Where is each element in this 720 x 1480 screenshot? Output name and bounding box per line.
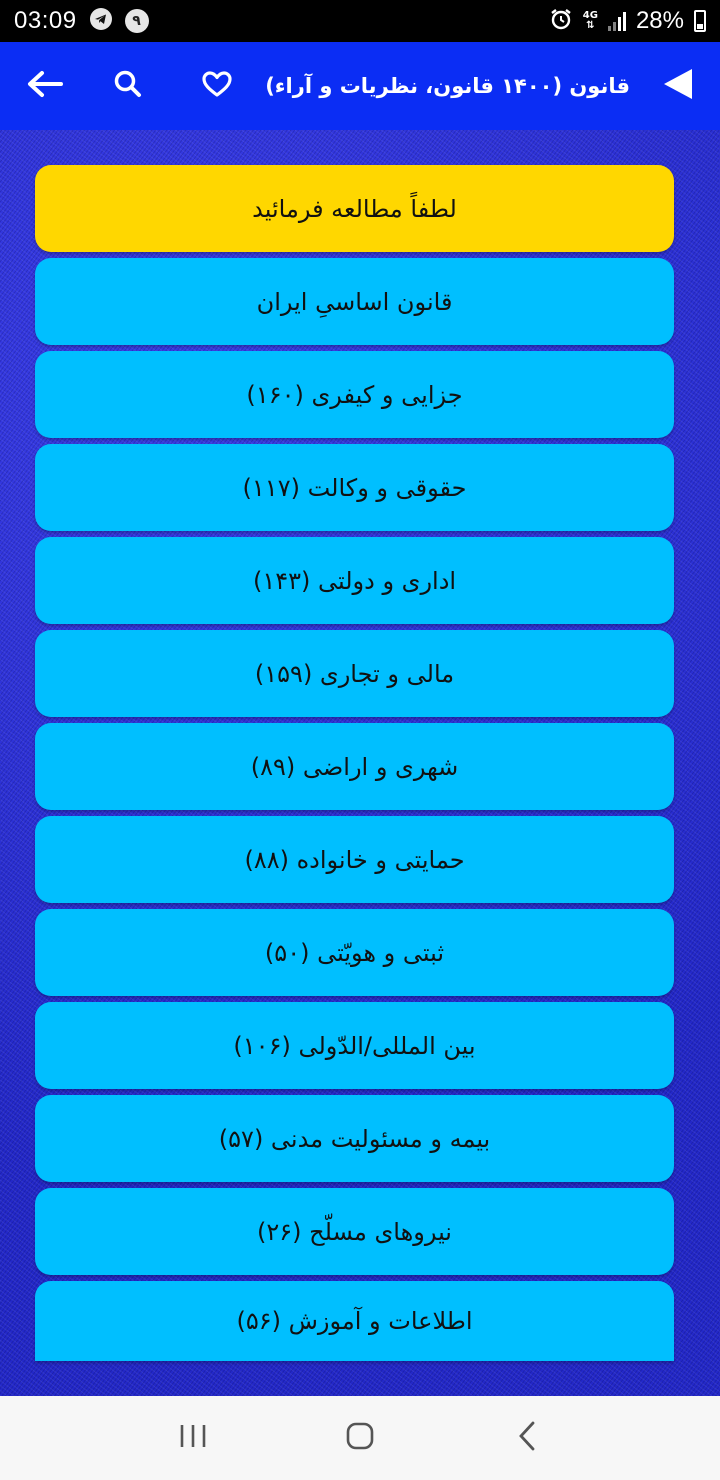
data-arrows-icon: ⇅: [586, 20, 595, 31]
content-area: لطفاً مطالعه فرمائید قانون اساسیِ ایران …: [0, 130, 720, 1396]
list-item-label: حقوقی و وکالت (۱۱۷): [242, 473, 467, 502]
search-icon: [113, 69, 143, 103]
nav-back-button[interactable]: [497, 1408, 557, 1468]
list-item-label: نیروهای مسلّح (۲۶): [257, 1217, 452, 1246]
play-button[interactable]: [648, 42, 708, 130]
list-item-label: لطفاً مطالعه فرمائید: [252, 194, 457, 223]
telegram-icon: [89, 7, 113, 35]
status-bar-right: 4G ⇅ 28%: [549, 7, 706, 35]
list-item-label: قانون اساسیِ ایران: [256, 287, 453, 316]
list-item-administrative[interactable]: اداری و دولتی (۱۴۳): [35, 537, 674, 624]
home-button[interactable]: [330, 1408, 390, 1468]
list-item-constitution[interactable]: قانون اساسیِ ایران: [35, 258, 674, 345]
list-item-label: اطلاعات و آموزش (۵۶): [236, 1307, 473, 1335]
status-time: 03:09: [14, 7, 77, 34]
back-arrow-button[interactable]: [15, 42, 75, 130]
list-item-please-read[interactable]: لطفاً مطالعه فرمائید: [35, 165, 674, 252]
list-item-urban[interactable]: شهری و اراضی (۸۹): [35, 723, 674, 810]
battery-percent: 28%: [635, 7, 684, 34]
list-item-family[interactable]: حمایتی و خانواده (۸۸): [35, 816, 674, 903]
favorite-button[interactable]: [187, 42, 247, 130]
battery-icon: [694, 10, 706, 32]
list-item-label: ثبتی و هویّتی (۵۰): [264, 938, 445, 967]
list-item-label: بیمه و مسئولیت مدنی (۵۷): [218, 1124, 491, 1153]
list-item-civil-law[interactable]: حقوقی و وکالت (۱۱۷): [35, 444, 674, 531]
list-item-armed-forces[interactable]: نیروهای مسلّح (۲۶): [35, 1188, 674, 1275]
list-item-financial[interactable]: مالی و تجاری (۱۵۹): [35, 630, 674, 717]
page-title: قانون (۱۴۰۰ قانون، نظریات و آراء): [265, 74, 630, 98]
system-nav-bar: [0, 1396, 720, 1480]
list-item-insurance[interactable]: بیمه و مسئولیت مدنی (۵۷): [35, 1095, 674, 1182]
network-indicator: 4G ⇅: [583, 11, 598, 31]
status-bar: 03:09 ۹ 4G ⇅ 28%: [0, 0, 720, 42]
list-item-registration[interactable]: ثبتی و هویّتی (۵۰): [35, 909, 674, 996]
list-item-criminal[interactable]: جزایی و کیفری (۱۶۰): [35, 351, 674, 438]
back-icon: [517, 1421, 537, 1455]
status-bar-left: 03:09 ۹: [14, 7, 149, 35]
heart-icon: [201, 70, 233, 102]
back-arrow-icon: [26, 69, 64, 103]
list-item-label: جزایی و کیفری (۱۶۰): [246, 380, 463, 409]
list-item-label: مالی و تجاری (۱۵۹): [254, 659, 455, 688]
home-icon: [345, 1421, 375, 1455]
list-item-label: بین المللی/الدّولی (۱۰۶): [233, 1031, 476, 1060]
list-item-information[interactable]: اطلاعات و آموزش (۵۶): [35, 1281, 674, 1361]
recent-apps-button[interactable]: [163, 1408, 223, 1468]
category-list: لطفاً مطالعه فرمائید قانون اساسیِ ایران …: [35, 165, 674, 1361]
list-item-international[interactable]: بین المللی/الدّولی (۱۰۶): [35, 1002, 674, 1089]
notification-badge: ۹: [124, 9, 149, 33]
play-triangle-icon: [661, 67, 695, 105]
app-bar: قانون (۱۴۰۰ قانون، نظریات و آراء): [0, 42, 720, 130]
alarm-icon: [549, 7, 573, 35]
list-item-label: اداری و دولتی (۱۴۳): [252, 566, 457, 595]
search-button[interactable]: [98, 42, 158, 130]
list-item-label: شهری و اراضی (۸۹): [250, 752, 459, 781]
signal-icon: [607, 11, 626, 31]
recent-apps-icon: [178, 1423, 208, 1453]
list-item-label: حمایتی و خانواده (۸۸): [244, 845, 465, 874]
